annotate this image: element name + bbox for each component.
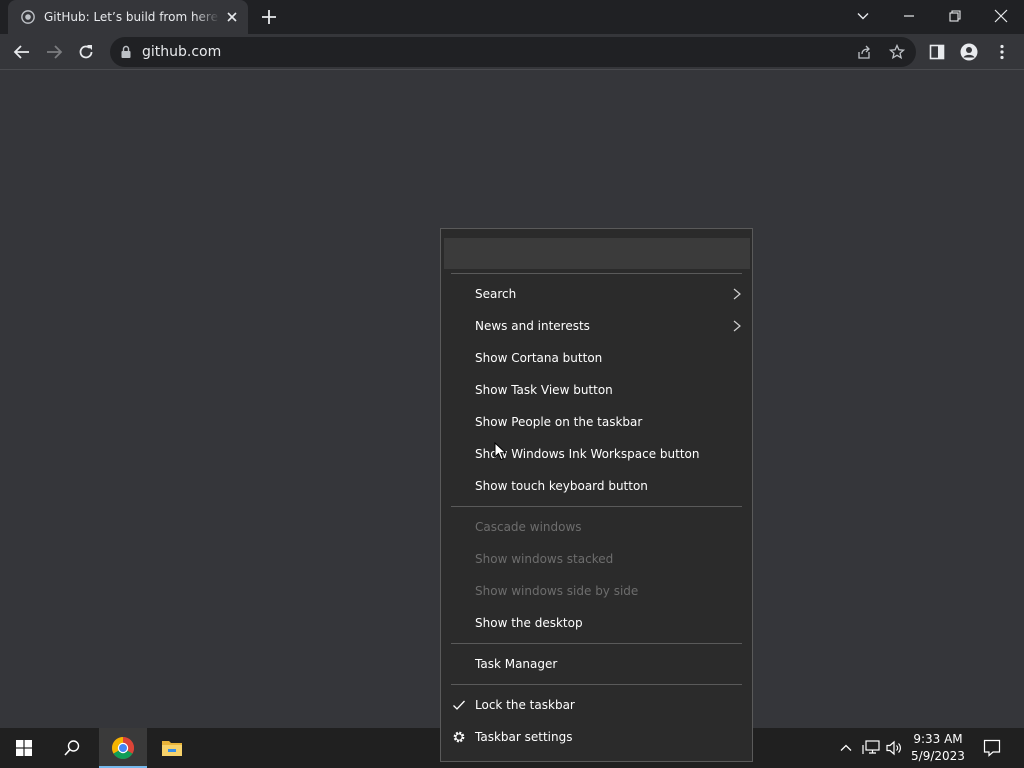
chevron-right-icon xyxy=(733,288,741,300)
menu-item-show-windows-side-by-side[interactable]: Show windows side by side xyxy=(441,575,752,607)
mouse-cursor-icon xyxy=(494,442,507,461)
tab-close-icon[interactable] xyxy=(224,9,240,25)
menu-item-show-windows-stacked[interactable]: Show windows stacked xyxy=(441,543,752,575)
gear-icon xyxy=(451,729,467,745)
profile-button[interactable] xyxy=(959,42,979,62)
reload-button[interactable] xyxy=(76,42,96,62)
tab-title: GitHub: Let’s build from here · GitHub xyxy=(44,10,220,24)
chrome-menu-button[interactable] xyxy=(992,42,1012,62)
forward-button[interactable] xyxy=(44,42,64,62)
url-text: github.com xyxy=(142,44,222,60)
menu-item-label: Search xyxy=(475,287,517,301)
lock-icon xyxy=(121,45,131,58)
minimize-icon xyxy=(904,15,914,17)
profile-icon xyxy=(960,43,978,61)
close-window-button[interactable] xyxy=(978,0,1024,32)
side-panel-icon xyxy=(929,44,945,60)
menu-item-label: Show windows stacked xyxy=(475,552,614,566)
new-tab-icon[interactable] xyxy=(260,8,278,26)
taskbar-app-file-explorer[interactable] xyxy=(148,728,196,768)
menu-item-label: Show Cortana button xyxy=(475,351,603,365)
menu-item-show-touch-keyboard-button[interactable]: Show touch keyboard button xyxy=(441,470,752,502)
side-panel-button[interactable] xyxy=(927,42,947,62)
chevron-down-icon xyxy=(857,13,869,20)
menu-separator xyxy=(451,643,742,644)
menu-item-label: Task Manager xyxy=(475,657,558,671)
search-icon xyxy=(64,740,80,756)
menu-separator xyxy=(451,684,742,685)
menu-item-label: Show Task View button xyxy=(475,383,613,397)
taskbar-search-button[interactable] xyxy=(48,728,96,768)
menu-item-task-manager[interactable]: Task Manager xyxy=(441,648,752,680)
menu-item-lock-the-taskbar[interactable]: Lock the taskbar xyxy=(441,689,752,721)
menu-item-label: Show windows side by side xyxy=(475,584,639,598)
menu-item-show-windows-ink-workspace-button[interactable]: Show Windows Ink Workspace button xyxy=(441,438,752,470)
context-menu-header xyxy=(444,238,750,269)
restore-icon xyxy=(949,10,961,22)
restore-button[interactable] xyxy=(932,0,978,32)
menu-item-show-task-view-button[interactable]: Show Task View button xyxy=(441,374,752,406)
browser-tab[interactable]: GitHub: Let’s build from here · GitHub xyxy=(8,0,248,34)
chevron-right-icon xyxy=(733,320,741,332)
menu-item-taskbar-settings[interactable]: Taskbar settings xyxy=(441,721,752,753)
menu-separator xyxy=(451,273,742,274)
address-bar[interactable]: github.com xyxy=(110,37,916,67)
back-button[interactable] xyxy=(12,42,32,62)
share-icon[interactable] xyxy=(856,44,872,60)
menu-item-label: News and interests xyxy=(475,319,590,333)
tab-search-button[interactable] xyxy=(840,0,886,32)
start-icon xyxy=(16,740,32,756)
menu-separator xyxy=(451,506,742,507)
menu-item-show-cortana-button[interactable]: Show Cortana button xyxy=(441,342,752,374)
menu-item-show-people-on-taskbar[interactable]: Show People on the taskbar xyxy=(441,406,752,438)
arrow-right-icon xyxy=(47,45,63,59)
start-button[interactable] xyxy=(0,728,48,768)
close-icon xyxy=(994,9,1008,23)
network-icon[interactable] xyxy=(862,740,880,756)
menu-item-label: Taskbar settings xyxy=(475,730,573,744)
arrow-left-icon xyxy=(13,45,29,59)
chrome-icon xyxy=(112,737,134,759)
bookmark-star-icon[interactable] xyxy=(889,44,905,60)
menu-item-news-and-interests[interactable]: News and interests xyxy=(441,310,752,342)
menu-item-cascade-windows[interactable]: Cascade windows xyxy=(441,511,752,543)
checkmark-icon xyxy=(451,697,467,713)
menu-item-show-the-desktop[interactable]: Show the desktop xyxy=(441,607,752,639)
taskbar-app-chrome[interactable] xyxy=(99,728,147,768)
chevron-up-icon[interactable] xyxy=(839,741,853,755)
reload-icon xyxy=(79,45,93,59)
browser-toolbar: github.com xyxy=(0,34,1024,70)
menu-item-label: Show touch keyboard button xyxy=(475,479,648,493)
volume-icon[interactable] xyxy=(885,740,903,756)
github-favicon-icon xyxy=(21,10,35,24)
menu-item-label: Show People on the taskbar xyxy=(475,415,643,429)
minimize-button[interactable] xyxy=(886,0,932,32)
menu-item-label: Lock the taskbar xyxy=(475,698,575,712)
clock-date[interactable]: 5/9/2023 xyxy=(906,749,970,763)
clock-time[interactable]: 9:33 AM xyxy=(906,732,970,746)
taskbar-context-menu: Search News and interests Show Cortana b… xyxy=(440,228,753,762)
menu-item-search[interactable]: Search xyxy=(441,278,752,310)
browser-tab-strip: GitHub: Let’s build from here · GitHub xyxy=(0,0,1024,34)
menu-item-label: Show the desktop xyxy=(475,616,583,630)
menu-item-label: Show Windows Ink Workspace button xyxy=(475,447,700,461)
more-vertical-icon xyxy=(1000,44,1004,60)
menu-item-label: Cascade windows xyxy=(475,520,582,534)
notification-icon[interactable] xyxy=(983,739,1001,757)
file-explorer-icon xyxy=(162,741,182,756)
